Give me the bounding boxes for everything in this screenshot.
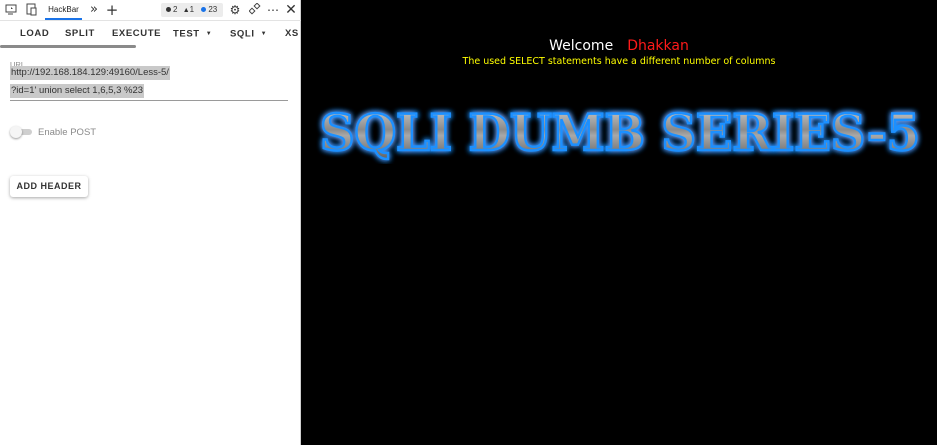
load-button[interactable]: LOAD <box>20 22 49 46</box>
more-tabs-icon[interactable]: » <box>87 3 101 17</box>
close-icon[interactable]: ✕ <box>284 3 298 17</box>
error-dot-icon <box>166 7 171 13</box>
welcome-line: Welcome Dhakkan <box>301 37 937 55</box>
chevron-down-icon: ▼ <box>260 31 268 37</box>
error-count: 2 <box>173 5 178 14</box>
sql-error-message: The used SELECT statements have a differ… <box>462 56 776 67</box>
device-toggle-icon[interactable] <box>4 3 18 17</box>
web-page: Welcome Dhakkan The used SELECT statement… <box>301 0 937 445</box>
settings-icon[interactable]: ⚙ <box>228 3 242 17</box>
enable-post-label: Enable POST <box>38 127 97 138</box>
username-text: Dhakkan <box>627 38 689 54</box>
hackbar-toolbar: LOAD SPLIT EXECUTE TEST ▼ SQLI ▼ XS <box>0 22 301 46</box>
url-input-line-2[interactable]: ?id=1' union select 1,6,5,3 %23 <box>10 84 145 98</box>
xss-menu-button[interactable]: XS <box>285 22 299 46</box>
message-count: 23 <box>208 5 218 14</box>
toggle-knob <box>10 126 22 138</box>
welcome-text: Welcome <box>549 38 614 54</box>
url-field-underline <box>10 100 288 101</box>
warning-icon: ▲ <box>182 7 190 14</box>
split-button[interactable]: SPLIT <box>65 22 95 46</box>
toolbar-scrollbar[interactable] <box>0 45 136 48</box>
test-menu-label: TEST <box>173 28 200 40</box>
execute-button[interactable]: EXECUTE <box>112 22 161 46</box>
sqli-menu-button[interactable]: SQLI ▼ <box>230 22 267 46</box>
test-menu-button[interactable]: TEST ▼ <box>173 22 212 46</box>
message-icon <box>201 7 207 13</box>
warning-count: 1 <box>189 5 195 14</box>
inspect-icon[interactable] <box>24 3 38 17</box>
more-options-icon[interactable]: ⋯ <box>266 3 280 17</box>
enable-post-toggle[interactable] <box>10 126 34 138</box>
devtools-tab-bar: HackBar » + 2 ▲1 23 ⚙ ⋯ ✕ <box>0 0 301 21</box>
add-header-button[interactable]: ADD HEADER <box>10 176 88 197</box>
issues-counter[interactable]: 2 ▲1 23 <box>161 3 223 17</box>
banner-text: SQLI DUMB SERIES-5 <box>320 103 920 162</box>
add-tab-icon[interactable]: + <box>105 3 119 18</box>
chevron-down-icon: ▼ <box>205 31 213 37</box>
sqli-menu-label: SQLI <box>230 28 255 40</box>
connect-icon[interactable] <box>248 2 262 17</box>
tab-hackbar[interactable]: HackBar <box>45 0 82 20</box>
url-input-line-1[interactable]: http://192.168.184.129:49160/Less-5/ <box>10 66 170 80</box>
devtools-panel: HackBar » + 2 ▲1 23 ⚙ ⋯ ✕ LOAD SPLIT EXE… <box>0 0 301 445</box>
series-banner-image: SQLI DUMB SERIES-5 <box>319 102 922 164</box>
